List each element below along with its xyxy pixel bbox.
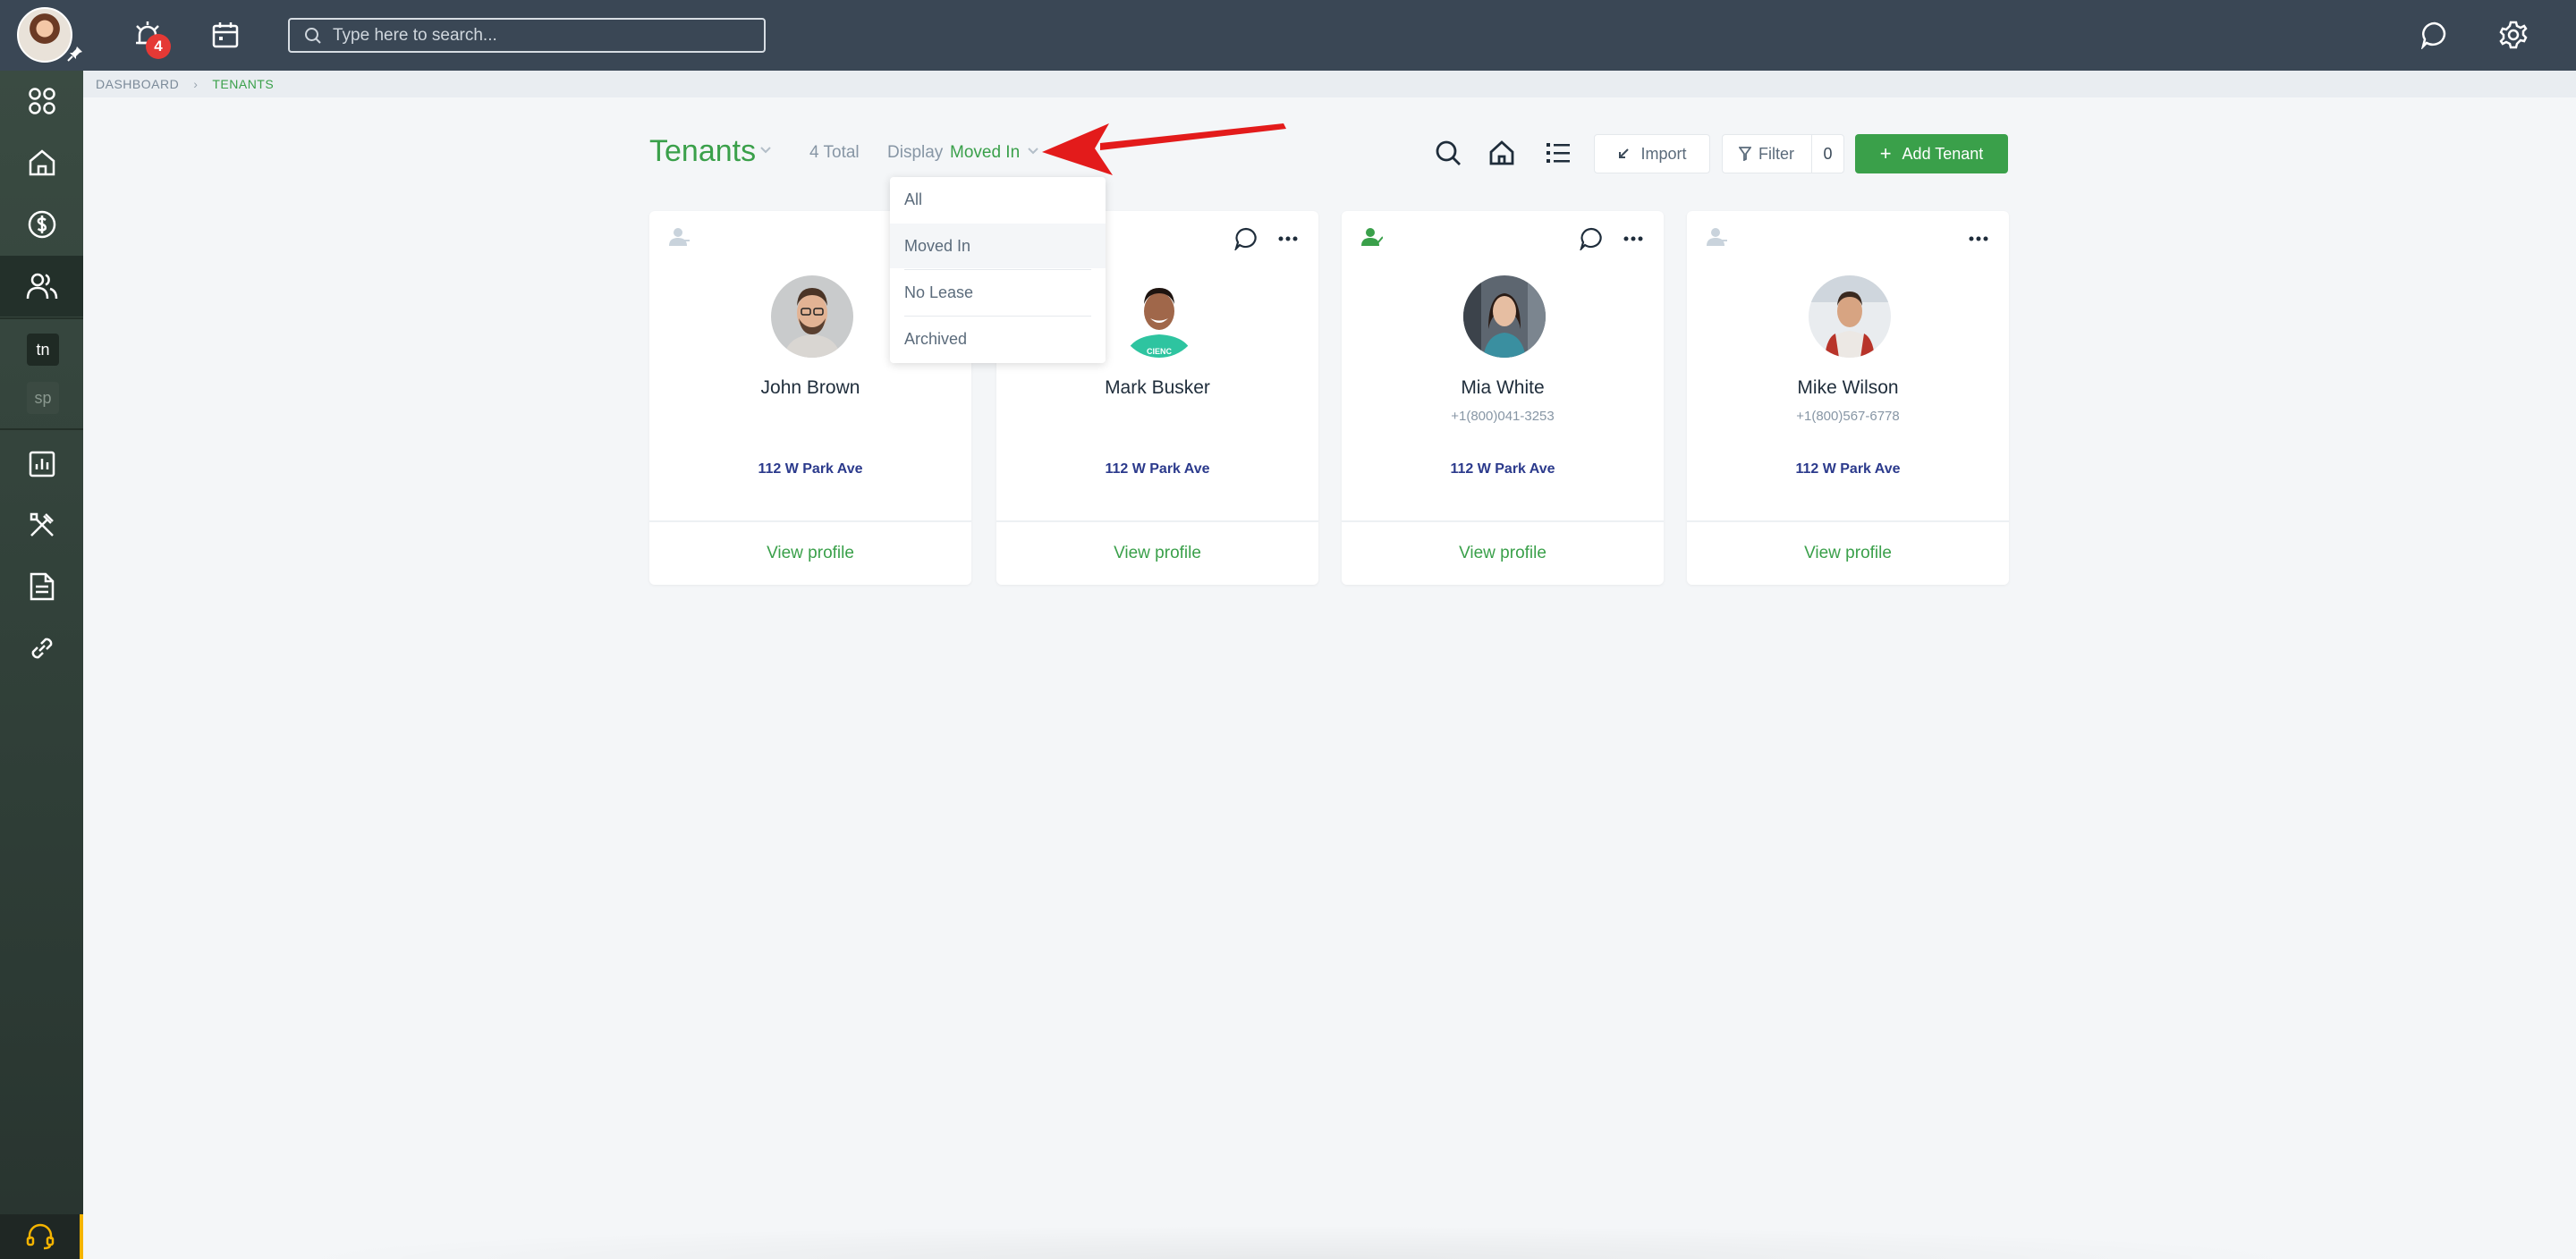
pin-icon bbox=[67, 46, 82, 62]
sidebar-item-documents[interactable] bbox=[0, 556, 83, 617]
tenant-name: Mia White bbox=[1461, 377, 1545, 398]
document-icon bbox=[30, 572, 54, 601]
view-profile-link[interactable]: View profile bbox=[1687, 544, 2009, 563]
dropdown-option-no-lease[interactable]: No Lease bbox=[890, 270, 1106, 315]
page-title[interactable]: Tenants bbox=[649, 134, 756, 169]
user-status-icon bbox=[669, 228, 690, 246]
user-avatar[interactable] bbox=[17, 7, 72, 63]
add-tenant-button[interactable]: + Add Tenant bbox=[1855, 134, 2008, 173]
users-icon bbox=[26, 273, 57, 300]
tenant-name: John Brown bbox=[760, 377, 860, 398]
tenant-address[interactable]: 112 W Park Ave bbox=[1687, 461, 2009, 477]
chat-icon[interactable] bbox=[1234, 227, 1258, 250]
total-count: 4 Total bbox=[809, 143, 860, 162]
breadcrumb-tenants: TENANTS bbox=[212, 77, 275, 91]
filter-icon bbox=[1739, 147, 1751, 161]
alarm-count-badge: 4 bbox=[146, 34, 171, 59]
search-box[interactable] bbox=[288, 18, 766, 53]
tenant-card: Mike Wilson +1(800)567-6778 112 W Park A… bbox=[1687, 211, 2009, 585]
import-icon bbox=[1619, 148, 1630, 158]
gear-icon[interactable] bbox=[2495, 16, 2532, 54]
card-divider bbox=[996, 520, 1318, 522]
annotation-arrow bbox=[1042, 123, 1286, 175]
display-filter-select[interactable]: Moved In bbox=[950, 143, 1020, 163]
user-status-icon bbox=[1361, 228, 1383, 246]
calendar-icon[interactable] bbox=[207, 16, 244, 54]
dropdown-option-moved-in[interactable]: Moved In bbox=[890, 224, 1106, 268]
more-options-icon[interactable] bbox=[1277, 227, 1299, 250]
tenant-address[interactable]: 112 W Park Ave bbox=[1342, 461, 1664, 477]
filter-button[interactable]: Filter 0 bbox=[1722, 134, 1844, 173]
tools-icon bbox=[30, 512, 54, 537]
add-tenant-label: Add Tenant bbox=[1902, 144, 1984, 163]
tenant-address[interactable]: 112 W Park Ave bbox=[649, 461, 971, 477]
home-icon bbox=[29, 149, 55, 176]
filter-count: 0 bbox=[1811, 135, 1843, 173]
more-options-icon[interactable] bbox=[1623, 227, 1644, 250]
link-icon bbox=[31, 638, 52, 659]
sidebar-item-properties[interactable] bbox=[0, 132, 83, 193]
sidebar-chip-sp[interactable]: sp bbox=[27, 382, 59, 414]
chat-icon[interactable] bbox=[1580, 227, 1603, 250]
chevron-down-icon[interactable] bbox=[759, 146, 772, 155]
sidebar-item-maintenance[interactable] bbox=[0, 494, 83, 555]
more-options-icon[interactable] bbox=[1968, 227, 1989, 250]
display-dropdown-menu: All Moved In No Lease Archived bbox=[890, 177, 1106, 363]
plus-icon: + bbox=[1879, 142, 1892, 165]
breadcrumb: DASHBOARD › TENANTS bbox=[83, 71, 2576, 97]
sidebar: tn sp bbox=[0, 71, 83, 1259]
filter-label: Filter bbox=[1758, 144, 1794, 163]
svg-text:CIENC: CIENC bbox=[1147, 347, 1173, 356]
import-button[interactable]: Import bbox=[1594, 134, 1710, 173]
card-divider bbox=[649, 520, 971, 522]
bottom-shadow bbox=[268, 1225, 2326, 1259]
tenant-photo bbox=[771, 275, 853, 358]
chevron-right-icon: › bbox=[193, 77, 199, 91]
search-icon[interactable] bbox=[1432, 137, 1464, 169]
sidebar-divider bbox=[0, 428, 83, 430]
dropdown-option-all[interactable]: All bbox=[890, 177, 1106, 222]
tenant-name: Mark Busker bbox=[1105, 377, 1210, 398]
sidebar-item-tenants[interactable] bbox=[0, 256, 83, 317]
search-icon bbox=[305, 27, 321, 44]
sidebar-item-reports[interactable] bbox=[0, 434, 83, 494]
display-label: Display bbox=[887, 143, 944, 162]
sidebar-item-accounting[interactable] bbox=[0, 194, 83, 255]
headset-icon bbox=[26, 1223, 54, 1250]
tenant-phone: +1(800)567-6778 bbox=[1796, 409, 1900, 424]
sidebar-divider bbox=[0, 317, 83, 319]
top-bar: 4 bbox=[0, 0, 2576, 71]
tenant-phone: +1(800)041-3253 bbox=[1451, 409, 1555, 424]
card-divider bbox=[1342, 520, 1664, 522]
tenant-photo bbox=[1463, 275, 1546, 358]
dollar-icon bbox=[28, 210, 55, 239]
breadcrumb-dashboard[interactable]: DASHBOARD bbox=[96, 77, 179, 91]
tenant-name: Mike Wilson bbox=[1797, 377, 1899, 398]
support-button[interactable] bbox=[0, 1214, 83, 1259]
tenant-photo: CIENC bbox=[1118, 275, 1200, 358]
sidebar-chip-tn[interactable]: tn bbox=[27, 334, 59, 366]
dropdown-option-archived[interactable]: Archived bbox=[890, 317, 1106, 361]
user-status-icon bbox=[1707, 228, 1727, 246]
view-profile-link[interactable]: View profile bbox=[649, 544, 971, 563]
search-input[interactable] bbox=[333, 25, 744, 46]
home-icon[interactable] bbox=[1486, 137, 1518, 169]
sidebar-item-dashboard[interactable] bbox=[0, 71, 83, 131]
list-view-icon[interactable] bbox=[1542, 137, 1574, 169]
sidebar-item-links[interactable] bbox=[0, 618, 83, 679]
chart-icon bbox=[29, 451, 55, 477]
view-profile-link[interactable]: View profile bbox=[996, 544, 1318, 563]
card-divider bbox=[1687, 520, 2009, 522]
tenant-address[interactable]: 112 W Park Ave bbox=[996, 461, 1318, 477]
tenant-photo bbox=[1809, 275, 1891, 358]
view-profile-link[interactable]: View profile bbox=[1342, 544, 1664, 563]
import-label: Import bbox=[1640, 144, 1687, 163]
chat-icon[interactable] bbox=[2416, 16, 2453, 54]
dashboard-icon bbox=[28, 88, 55, 114]
tenant-card: Mia White +1(800)041-3253 112 W Park Ave… bbox=[1342, 211, 1664, 585]
